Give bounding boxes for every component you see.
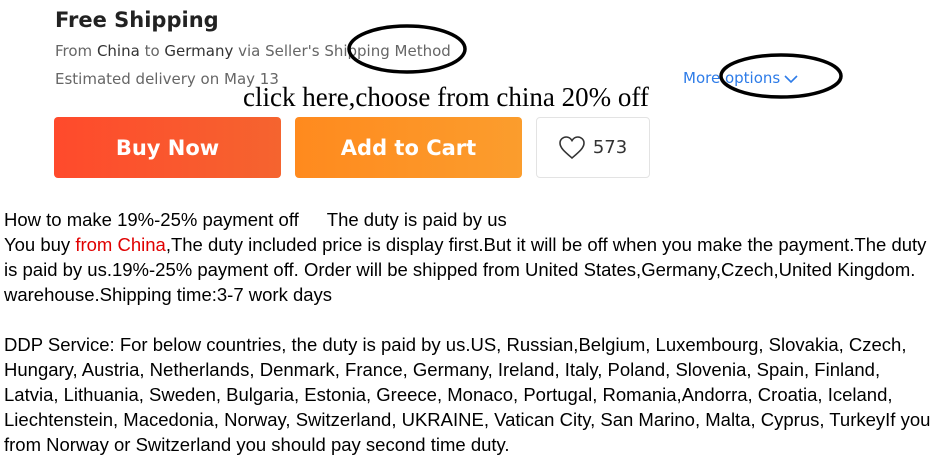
para1-prefix: You buy <box>4 234 76 255</box>
duty-heading-right: The duty is paid by us <box>326 209 507 230</box>
buy-now-button[interactable]: Buy Now <box>54 117 281 178</box>
wishlist-count: 573 <box>592 137 628 158</box>
shipping-route: From China to Germany via Seller's Shipp… <box>55 42 451 60</box>
heart-icon <box>559 135 585 159</box>
add-to-cart-button[interactable]: Add to Cart <box>295 117 522 178</box>
more-options-link[interactable]: More options <box>683 69 798 87</box>
route-origin: China <box>96 42 140 60</box>
duty-heading: How to make 19%-25% payment off The duty … <box>4 207 939 232</box>
route-destination: Germany <box>164 42 234 60</box>
duty-description: How to make 19%-25% payment off The duty … <box>4 207 939 457</box>
route-prefix: From <box>55 42 97 60</box>
route-mid: to <box>139 42 165 60</box>
paragraph-spacer <box>4 307 939 332</box>
wishlist-button[interactable]: 573 <box>536 117 650 178</box>
ddp-service-paragraph: DDP Service: For below countries, the du… <box>4 334 931 455</box>
route-suffix: via Seller's Shipping Method <box>233 42 451 60</box>
more-options-label: More options <box>683 69 781 87</box>
promo-annotation-text: click here,choose from china 20% off <box>243 82 649 112</box>
shipping-title: Free Shipping <box>55 8 219 32</box>
chevron-down-icon <box>784 74 798 83</box>
duty-paragraph-1: You buy from China,The duty included pri… <box>4 232 939 307</box>
para1-highlight: from China <box>75 234 166 255</box>
duty-heading-left: How to make 19%-25% payment off <box>4 209 299 230</box>
